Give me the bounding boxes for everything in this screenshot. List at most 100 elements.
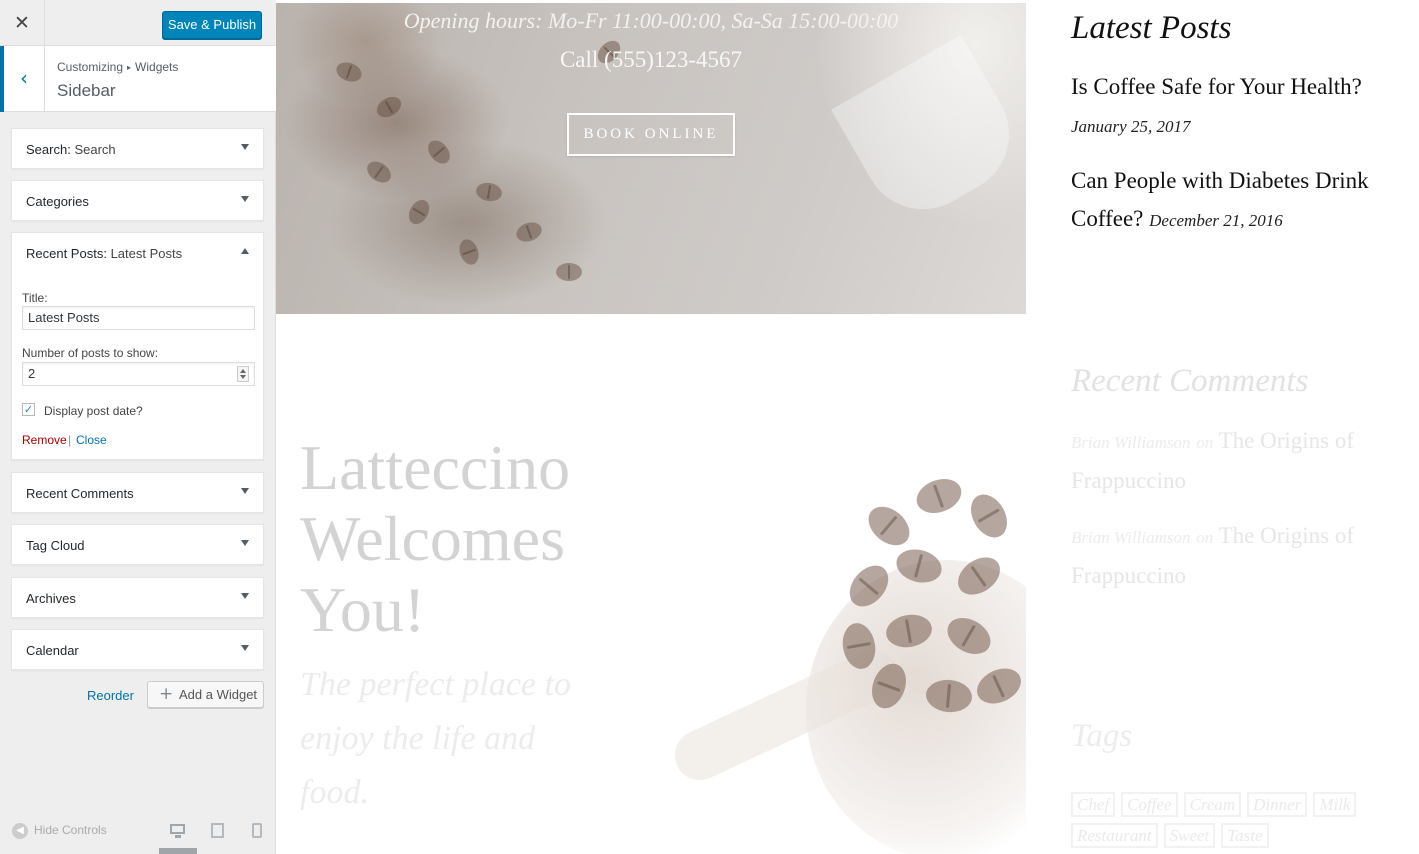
widget-instance-title: Latest Posts	[106, 246, 183, 261]
coffee-bean-image	[963, 488, 1015, 544]
tablet-icon[interactable]	[210, 823, 226, 839]
widget-type: Search	[26, 142, 68, 157]
phone-number: Call (555)123-4567	[559, 47, 743, 72]
remove-link[interactable]: Remove	[22, 433, 67, 447]
expand-arrow-icon[interactable]	[241, 593, 249, 599]
widget-instance-title: Search	[70, 142, 116, 157]
expand-arrow-icon[interactable]	[241, 144, 249, 150]
tag-link[interactable]: Cream	[1183, 792, 1242, 817]
back-arrow-icon[interactable]: ‹	[0, 46, 45, 112]
welcome-heading: Latteccino Welcomes You!	[300, 432, 571, 645]
recent-posts-widget-form: Title: Latest Posts Number of posts to s…	[11, 272, 264, 460]
opening-hours: Opening hours: Mo-Fr 11:00-00:00, Sa-Sa …	[403, 8, 899, 33]
breadcrumb-current: Widgets	[135, 60, 179, 74]
coffee-bean-image	[911, 473, 967, 519]
post-item: Can People with Diabetes Drink Coffee? D…	[1071, 162, 1401, 240]
number-of-posts-stepper[interactable]: 2	[22, 362, 255, 386]
tag-link[interactable]: Chef	[1071, 792, 1116, 817]
close-icon[interactable]: ✕	[0, 0, 45, 46]
widget-title: Recent Posts: Latest Posts	[26, 246, 182, 261]
widget-title: Tag Cloud	[26, 538, 85, 553]
widget-title: Recent Comments	[26, 486, 134, 501]
tag-link[interactable]: Milk	[1313, 792, 1357, 817]
number-of-posts-value: 2	[28, 366, 36, 381]
active-device-indicator	[159, 848, 197, 854]
post-link[interactable]: Is Coffee Safe for Your Health?	[1071, 68, 1362, 106]
comment-on: on	[1196, 433, 1214, 452]
tag-cloud: Chef Coffee Cream Dinner Milk Restaurant Sweet…	[1071, 792, 1401, 854]
widget-categories[interactable]: Categories	[11, 180, 264, 221]
coffee-bean-image	[404, 196, 434, 228]
widget-title: Archives	[26, 591, 76, 606]
comment-item: Brian Williamson on The Origins of Frapp…	[1071, 517, 1391, 595]
widget-recent-comments[interactable]: Recent Comments	[11, 472, 264, 513]
add-widget-button[interactable]: + Add a Widget	[147, 681, 264, 708]
latest-posts-heading: Latest Posts	[1071, 10, 1232, 46]
section-title: Sidebar	[57, 81, 116, 100]
coffee-bean-image	[373, 92, 405, 122]
tag-link[interactable]: Restaurant	[1071, 823, 1158, 848]
customizer-panel: ✕ Save & Publish ‹ Customizing ▸ Widgets S…	[0, 0, 276, 854]
customizer-footer: ◀ Hide Controls	[0, 812, 276, 854]
widget-search[interactable]: Search: Search	[11, 128, 264, 169]
link-separator: |	[68, 433, 72, 447]
expand-arrow-icon[interactable]	[241, 540, 249, 546]
expand-arrow-icon[interactable]	[241, 645, 249, 651]
title-field[interactable]: Latest Posts	[22, 306, 255, 330]
tag-link[interactable]: Coffee	[1121, 792, 1178, 817]
comment-author: Brian Williamson	[1071, 433, 1191, 452]
close-link[interactable]: Close	[76, 433, 107, 447]
spinner-icon[interactable]	[237, 366, 249, 382]
collapse-sidebar-icon: ◀	[12, 823, 28, 839]
site-sidebar: Latest Posts Is Coffee Safe for Your Hea…	[1071, 0, 1401, 854]
tags-heading: Tags	[1071, 718, 1133, 754]
widget-recent-posts[interactable]: Recent Posts: Latest Posts	[11, 232, 264, 273]
coffee-bean-image	[513, 219, 545, 245]
collapse-arrow-icon[interactable]	[241, 248, 249, 254]
breadcrumb-root: Customizing	[57, 60, 124, 74]
widget-calendar[interactable]: Calendar	[11, 629, 264, 670]
widget-title: Calendar	[26, 643, 79, 658]
widget-tag-cloud[interactable]: Tag Cloud	[11, 524, 264, 565]
welcome-subtitle: The perfect place to enjoy the life and …	[300, 666, 571, 811]
save-publish-button[interactable]: Save & Publish	[162, 11, 262, 39]
bowl-image	[806, 560, 1026, 854]
recent-comments-heading: Recent Comments	[1071, 363, 1309, 399]
coffee-bean-image	[556, 263, 582, 281]
reorder-link[interactable]: Reorder	[87, 688, 134, 703]
hide-controls-label: Hide Controls	[34, 823, 107, 838]
comment-on: on	[1196, 528, 1214, 547]
hide-controls-button[interactable]: ◀ Hide Controls	[12, 823, 107, 839]
tag-link[interactable]: Sweet	[1163, 823, 1216, 848]
widget-archives[interactable]: Archives	[11, 577, 264, 618]
section-header: ‹ Customizing ▸ Widgets Sidebar	[0, 46, 276, 112]
customizer-header: ✕ Save & Publish	[0, 0, 276, 46]
post-date: January 25, 2017	[1071, 117, 1191, 136]
expand-arrow-icon[interactable]	[241, 196, 249, 202]
breadcrumb-separator-icon: ▸	[127, 63, 132, 72]
comment-author: Brian Williamson	[1071, 528, 1191, 547]
mobile-icon[interactable]	[250, 823, 266, 839]
tag-link[interactable]: Dinner	[1247, 792, 1308, 817]
coffee-bean-image	[363, 157, 395, 187]
coffee-bowl-image	[646, 440, 1026, 854]
site-preview: Opening hours: Mo-Fr 11:00-00:00, Sa-Sa …	[276, 0, 1419, 854]
expand-arrow-icon[interactable]	[241, 488, 249, 494]
coffee-bean-image	[474, 180, 504, 204]
number-field-label: Number of posts to show:	[22, 346, 159, 360]
coffee-bean-image	[861, 498, 917, 554]
display-date-label: Display post date?	[44, 404, 143, 418]
coffee-bean-image	[456, 236, 482, 268]
tag-link[interactable]: Taste	[1221, 823, 1269, 848]
post-date: December 21, 2016	[1149, 211, 1283, 230]
widget-title: Categories	[26, 194, 89, 209]
coffee-bean-image	[423, 136, 455, 168]
add-widget-label: Add a Widget	[179, 687, 258, 702]
display-date-checkbox[interactable]: ✓	[22, 403, 35, 416]
hero-banner: Opening hours: Mo-Fr 11:00-00:00, Sa-Sa …	[276, 3, 1026, 314]
widget-title: Search: Search	[26, 142, 116, 157]
comment-item: Brian Williamson on The Origins of Frapp…	[1071, 422, 1391, 500]
title-field-label: Title:	[22, 291, 48, 305]
book-online-button[interactable]: BOOK ONLINE	[567, 113, 735, 156]
desktop-icon[interactable]	[170, 823, 186, 839]
